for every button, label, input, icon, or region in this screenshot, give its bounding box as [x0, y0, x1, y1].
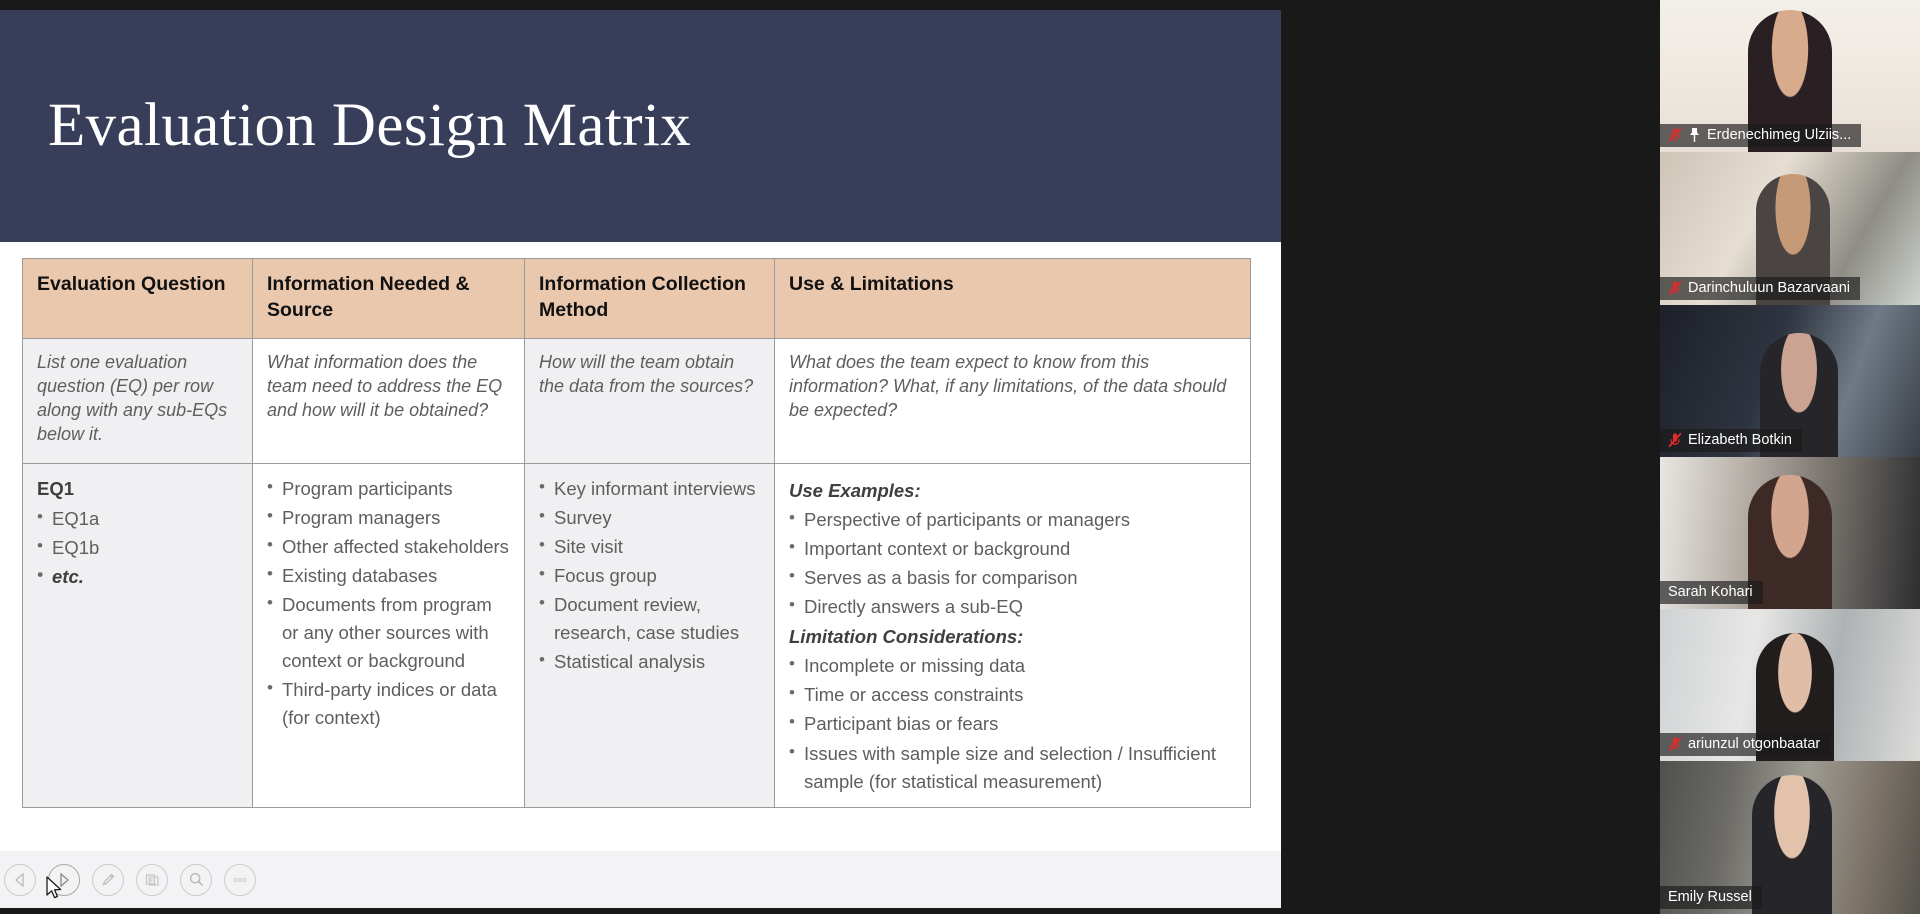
collection-method-list: Key informant interviews Survey Site vis… — [539, 474, 761, 677]
list-item: Statistical analysis — [539, 647, 761, 676]
eq-heading: EQ1 — [37, 477, 75, 499]
participant-tile[interactable]: Darinchuluun Bazarvaani — [1660, 152, 1920, 305]
list-item: Survey — [539, 503, 761, 532]
pin-icon — [1690, 128, 1699, 143]
instruction-evaluation-question: List one evaluation question (EQ) per ro… — [22, 337, 253, 464]
list-item: Issues with sample size and selection / … — [789, 739, 1237, 796]
ellipsis-icon — [233, 877, 247, 882]
instruction-collection-method: How will the team obtain the data from t… — [524, 337, 775, 464]
list-item: Incomplete or missing data — [789, 651, 1237, 680]
pen-icon — [101, 873, 114, 886]
cell-evaluation-question: EQ1 EQ1a EQ1b etc. — [22, 462, 253, 808]
evaluation-design-matrix-table: Evaluation Question Information Needed &… — [22, 258, 1251, 808]
information-source-list: Program participants Program managers Ot… — [267, 474, 511, 733]
table-instruction-row: List one evaluation question (EQ) per ro… — [22, 337, 1251, 464]
mic-muted-icon — [1668, 432, 1682, 448]
column-header-collection-method: Information Collection Method — [524, 258, 775, 339]
list-item: Other affected stakeholders — [267, 532, 511, 561]
participant-name-bar: ariunzul otgonbaatar — [1660, 733, 1831, 757]
column-header-evaluation-question: Evaluation Question — [22, 258, 253, 339]
list-item: Directly answers a sub-EQ — [789, 592, 1237, 621]
participant-name-bar: Elizabeth Botkin — [1660, 428, 1802, 452]
presentation-toolbar — [0, 851, 1281, 908]
annotate-button[interactable] — [92, 863, 124, 896]
mic-muted-icon — [1668, 280, 1682, 295]
presentation-slide[interactable]: Evaluation Design Matrix Evaluation Ques… — [0, 10, 1281, 908]
list-item: Third-party indices or data (for context… — [267, 675, 511, 732]
magnifier-icon — [189, 872, 203, 886]
participant-name: Emily Russel — [1668, 888, 1752, 905]
list-item: Perspective of participants or managers — [789, 505, 1237, 534]
cell-use-limitations: Use Examples: Perspective of participant… — [774, 462, 1251, 808]
list-item: Site visit — [539, 532, 761, 561]
matrix-table-container: Evaluation Question Information Needed &… — [0, 242, 1281, 808]
participant-tile[interactable]: Erdenechimeg Ulziis... — [1660, 0, 1920, 153]
list-item: Time or access constraints — [789, 680, 1237, 709]
meeting-screen-share-window: Evaluation Design Matrix Evaluation Ques… — [0, 0, 1920, 914]
list-item: Program managers — [267, 503, 511, 532]
participant-tile[interactable]: ariunzul otgonbaatar — [1660, 609, 1920, 762]
mic-muted-icon — [1668, 128, 1682, 143]
copy-icon — [145, 873, 159, 886]
participant-name: Sarah Kohari — [1668, 584, 1753, 601]
table-header-row: Evaluation Question Information Needed &… — [22, 258, 1251, 339]
participant-name-bar: Darinchuluun Bazarvaani — [1660, 276, 1861, 300]
next-slide-button[interactable] — [48, 863, 80, 896]
participant-tile[interactable]: Sarah Kohari — [1660, 456, 1920, 610]
previous-slide-button[interactable] — [4, 863, 36, 896]
instruction-information-needed: What information does the team need to a… — [252, 337, 525, 464]
shared-screen-stage: Evaluation Design Matrix Evaluation Ques… — [0, 0, 1568, 914]
cell-information-needed: Program participants Program managers Ot… — [252, 462, 525, 808]
mic-muted-icon — [1668, 737, 1682, 752]
list-item: Document review, research, case studies — [539, 590, 761, 647]
list-item: Program participants — [267, 474, 511, 503]
limitation-considerations-list: Incomplete or missing data Time or acces… — [789, 651, 1237, 796]
participant-tile-active-speaker[interactable]: Emily Russel — [1660, 761, 1920, 914]
cell-collection-method: Key informant interviews Survey Site vis… — [524, 462, 775, 808]
participant-name: ariunzul otgonbaatar — [1688, 736, 1821, 753]
slide-title: Evaluation Design Matrix — [48, 92, 692, 159]
participant-tile[interactable]: Elizabeth Botkin — [1660, 304, 1920, 457]
slides-button[interactable] — [136, 863, 168, 896]
more-options-button[interactable] — [224, 863, 256, 896]
list-item: Serves as a basis for comparison — [789, 563, 1237, 592]
limitation-considerations-heading: Limitation Considerations: — [789, 626, 1024, 648]
participant-name-bar: Emily Russel — [1660, 885, 1762, 909]
list-item: Existing databases — [267, 561, 511, 590]
eq-sub-list: EQ1a EQ1b etc. — [37, 504, 239, 591]
list-item: EQ1a — [37, 504, 239, 533]
list-item: Important context or background — [789, 534, 1237, 563]
use-examples-list: Perspective of participants or managers … — [789, 505, 1237, 621]
instruction-use-limitations: What does the team expect to know from t… — [774, 337, 1251, 464]
list-item: Participant bias or fears — [789, 709, 1237, 738]
column-header-use-limitations: Use & Limitations — [774, 258, 1251, 339]
participant-name: Elizabeth Botkin — [1688, 431, 1792, 448]
list-item: Focus group — [539, 561, 761, 590]
participant-filmstrip[interactable]: Erdenechimeg Ulziis... Darinchuluun Baza… — [1660, 0, 1920, 914]
column-header-information-needed: Information Needed & Source — [252, 258, 525, 339]
list-item: etc. — [37, 562, 239, 591]
zoom-button[interactable] — [180, 863, 212, 896]
table-example-row: EQ1 EQ1a EQ1b etc. Program participants … — [22, 462, 1251, 808]
participant-name: Darinchuluun Bazarvaani — [1688, 279, 1851, 296]
slide-header: Evaluation Design Matrix — [0, 10, 1281, 242]
triangle-right-icon — [60, 872, 70, 887]
list-item: Documents from program or any other sour… — [267, 590, 511, 675]
use-examples-heading: Use Examples: — [789, 479, 921, 501]
list-item: Key informant interviews — [539, 474, 761, 503]
participant-name-bar: Erdenechimeg Ulziis... — [1660, 124, 1862, 148]
list-item: EQ1b — [37, 533, 239, 562]
participant-name-bar: Sarah Kohari — [1660, 581, 1763, 605]
participant-name: Erdenechimeg Ulziis... — [1707, 127, 1852, 144]
triangle-left-icon — [14, 872, 24, 887]
